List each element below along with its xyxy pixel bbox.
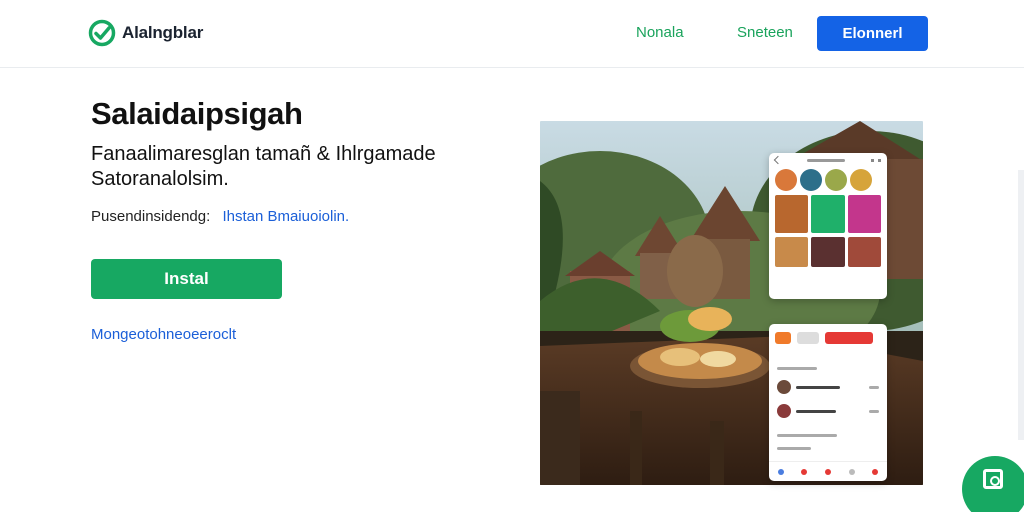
meta-link[interactable]: Ihstan Bmaiuoiolin. [222, 208, 349, 225]
secondary-link[interactable]: Mongeotohneoeeroclt [91, 326, 236, 343]
meta-label: Pusendinsidendg: [91, 208, 211, 225]
phone-top-bar [769, 153, 887, 167]
scrollbar-track[interactable] [1018, 170, 1024, 440]
site-header: Alalngblar Nonala Sneteen Elonnerl [0, 0, 1024, 68]
check-circle-icon [88, 19, 116, 47]
nav-link-sneteen[interactable]: Sneteen [737, 24, 793, 41]
landing-page: Alalngblar Nonala Sneteen Elonnerl Salai… [0, 0, 1024, 512]
thumb-1 [775, 169, 797, 191]
floating-action-button[interactable] [962, 456, 1024, 512]
phone-screen-gallery [769, 153, 887, 299]
more-icon [871, 158, 881, 162]
avatar [777, 380, 791, 394]
nav-link-nonala[interactable]: Nonala [636, 24, 684, 41]
thumb-10 [847, 237, 881, 267]
phone-screen-feed [769, 324, 887, 481]
avatar [777, 404, 791, 418]
phone-tab-bar [769, 461, 887, 481]
thumb-2 [800, 169, 822, 191]
header-cta-button[interactable]: Elonnerl [817, 16, 928, 51]
install-button[interactable]: Instal [91, 259, 282, 299]
hero-subtitle: Fanaalimaresglan tamañ & Ihlrgamade Sato… [91, 143, 436, 190]
feed-item [769, 399, 887, 423]
camera-icon [983, 469, 1003, 489]
meta-row: Pusendinsidendg: Ihstan Bmaiuoiolin. [91, 208, 349, 225]
thumb-8 [775, 237, 809, 267]
brand-name: Alalngblar [122, 23, 204, 42]
thumb-9 [811, 237, 845, 267]
feed-item [769, 375, 887, 399]
back-icon [773, 155, 783, 165]
thumb-3 [825, 169, 847, 191]
hero-title: Salaidaipsigah [91, 96, 303, 131]
brand-logo[interactable]: Alalngblar [88, 18, 203, 48]
thumb-7 [847, 195, 881, 233]
thumb-5 [775, 195, 809, 233]
thumb-4 [850, 169, 872, 191]
thumb-6 [811, 195, 845, 233]
